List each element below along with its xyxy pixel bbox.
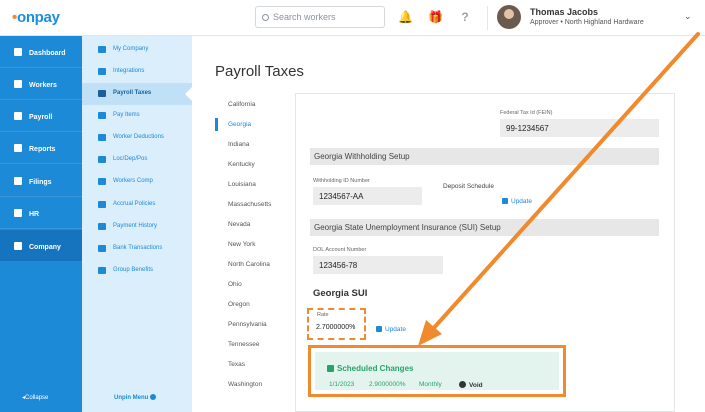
state-item[interactable]: California: [228, 101, 255, 108]
fein-field[interactable]: 99-1234567: [500, 119, 659, 137]
history-icon: [98, 223, 106, 230]
sidebar-item-reports[interactable]: Reports: [0, 132, 82, 164]
bell-icon[interactable]: 🔔: [398, 10, 413, 24]
plane-icon: [98, 201, 106, 208]
state-item[interactable]: Pennsylvania: [228, 321, 267, 328]
scheduled-changes-highlight: Scheduled Changes 1/1/2023 2.9000000% Mo…: [308, 345, 566, 397]
subnav-item-pay-items[interactable]: Pay Items: [82, 105, 192, 127]
sidebar-item-workers[interactable]: Workers: [0, 68, 82, 100]
dashboard-icon: [14, 48, 22, 56]
fein-label: Federal Tax Id (FEIN): [500, 110, 553, 116]
state-item[interactable]: Georgia: [228, 121, 251, 128]
subnav-item-accrual-policies[interactable]: Accrual Policies: [82, 194, 192, 216]
edit-icon: [376, 326, 382, 332]
money-icon: [98, 112, 106, 119]
onpay-logo[interactable]: •onpay: [12, 9, 60, 26]
withholding-section-header: Georgia Withholding Setup: [310, 148, 659, 165]
top-bar: •onpay Search workers 🔔 🎁 ? Thomas Jacob…: [0, 0, 705, 36]
unpin-menu-button[interactable]: Unpin Menu: [114, 394, 157, 401]
user-name[interactable]: Thomas Jacobs: [530, 7, 598, 17]
filings-icon: [14, 177, 22, 185]
users-icon: [98, 156, 106, 163]
header-divider: [487, 6, 488, 30]
sidebar-item-dashboard[interactable]: Dashboard: [0, 36, 82, 68]
void-icon: [459, 381, 466, 388]
state-item[interactable]: Tennessee: [228, 341, 259, 348]
sidebar: Dashboard Workers Payroll Reports Filing…: [0, 36, 82, 412]
deductions-icon: [98, 134, 106, 141]
edit-icon: [502, 198, 508, 204]
sui-title: Georgia SUI: [313, 288, 368, 299]
subnav-item-integrations[interactable]: Integrations: [82, 61, 192, 83]
subnav-item-payroll-taxes[interactable]: Payroll Taxes: [82, 83, 192, 105]
calendar-icon: [327, 365, 334, 372]
close-circle-icon: [150, 394, 157, 400]
deposit-schedule-label: Deposit Schedule: [443, 183, 494, 190]
rate-label: Rate: [317, 312, 329, 318]
subnav-item-bank-transactions[interactable]: Bank Transactions: [82, 238, 192, 260]
state-item[interactable]: North Carolina: [228, 261, 270, 268]
sidebar-item-company[interactable]: Company: [0, 230, 82, 262]
workers-icon: [14, 80, 22, 88]
state-item[interactable]: Indiana: [228, 141, 249, 148]
avatar[interactable]: [497, 5, 521, 29]
sidebar-item-hr[interactable]: HR: [0, 197, 82, 229]
search-workers-input[interactable]: Search workers: [255, 6, 385, 28]
void-button[interactable]: Void: [459, 381, 483, 389]
company-subnav: My Company Integrations Payroll Taxes Pa…: [82, 36, 192, 412]
state-item[interactable]: Ohio: [228, 281, 242, 288]
scheduled-changes-card: Scheduled Changes 1/1/2023 2.9000000% Mo…: [315, 352, 559, 390]
subnav-item-worker-deductions[interactable]: Worker Deductions: [82, 127, 192, 149]
collapse-button[interactable]: ◂Collapse: [22, 394, 48, 401]
sidebar-item-filings[interactable]: Filings: [0, 165, 82, 197]
state-item[interactable]: Nevada: [228, 221, 250, 228]
scheduled-rate: 2.9000000%: [369, 381, 406, 388]
subnav-item-payment-history[interactable]: Payment History: [82, 216, 192, 238]
withholding-id-field[interactable]: 1234567-AA: [313, 187, 422, 205]
subnav-item-workers-comp[interactable]: Workers Comp: [82, 171, 192, 193]
chevron-down-icon[interactable]: ⌄: [684, 11, 692, 22]
scheduled-date: 1/1/2023: [329, 381, 355, 388]
rate-value: 2.7000000%: [316, 324, 356, 331]
search-icon: [262, 14, 269, 21]
dol-account-label: DOL Account Number: [313, 247, 367, 253]
state-item[interactable]: New York: [228, 241, 255, 248]
state-item[interactable]: Texas: [228, 361, 245, 368]
scheduled-frequency: Monthly: [419, 381, 442, 388]
rate-update-link[interactable]: Update: [376, 326, 406, 333]
active-state-marker: [215, 118, 218, 131]
reports-icon: [14, 144, 22, 152]
subnav-item-group-benefits[interactable]: Group Benefits: [82, 260, 192, 282]
payroll-icon: [14, 112, 22, 120]
dol-account-field[interactable]: 123456-78: [313, 256, 443, 274]
building-icon: [98, 46, 106, 53]
deposit-update-link[interactable]: Update: [502, 198, 532, 205]
active-caret: [185, 87, 192, 101]
umbrella-icon: [98, 178, 106, 185]
arrows-icon: [98, 68, 106, 75]
page-title: Payroll Taxes: [215, 63, 304, 80]
withholding-id-label: Withholding ID Number: [313, 178, 370, 184]
sidebar-item-payroll[interactable]: Payroll: [0, 100, 82, 132]
state-item[interactable]: Louisiana: [228, 181, 256, 188]
state-item[interactable]: Kentucky: [228, 161, 255, 168]
bank-transactions-icon: [98, 245, 106, 252]
hr-icon: [14, 209, 22, 217]
help-icon[interactable]: ?: [458, 10, 472, 24]
state-item[interactable]: Washington: [228, 381, 262, 388]
state-item[interactable]: Massachusetts: [228, 201, 271, 208]
scheduled-changes-title: Scheduled Changes: [327, 364, 413, 373]
subnav-item-my-company[interactable]: My Company: [82, 39, 192, 61]
gift-icon[interactable]: 🎁: [428, 10, 443, 24]
sui-section-header: Georgia State Unemployment Insurance (SU…: [310, 219, 659, 236]
user-role: Approver • North Highland Hardware: [530, 19, 644, 26]
state-item[interactable]: Oregon: [228, 301, 250, 308]
bank-icon: [98, 90, 106, 97]
subnav-item-loc-dep-pos[interactable]: Loc/Dep/Pos: [82, 149, 192, 171]
benefits-icon: [98, 267, 106, 274]
company-icon: [14, 242, 22, 250]
